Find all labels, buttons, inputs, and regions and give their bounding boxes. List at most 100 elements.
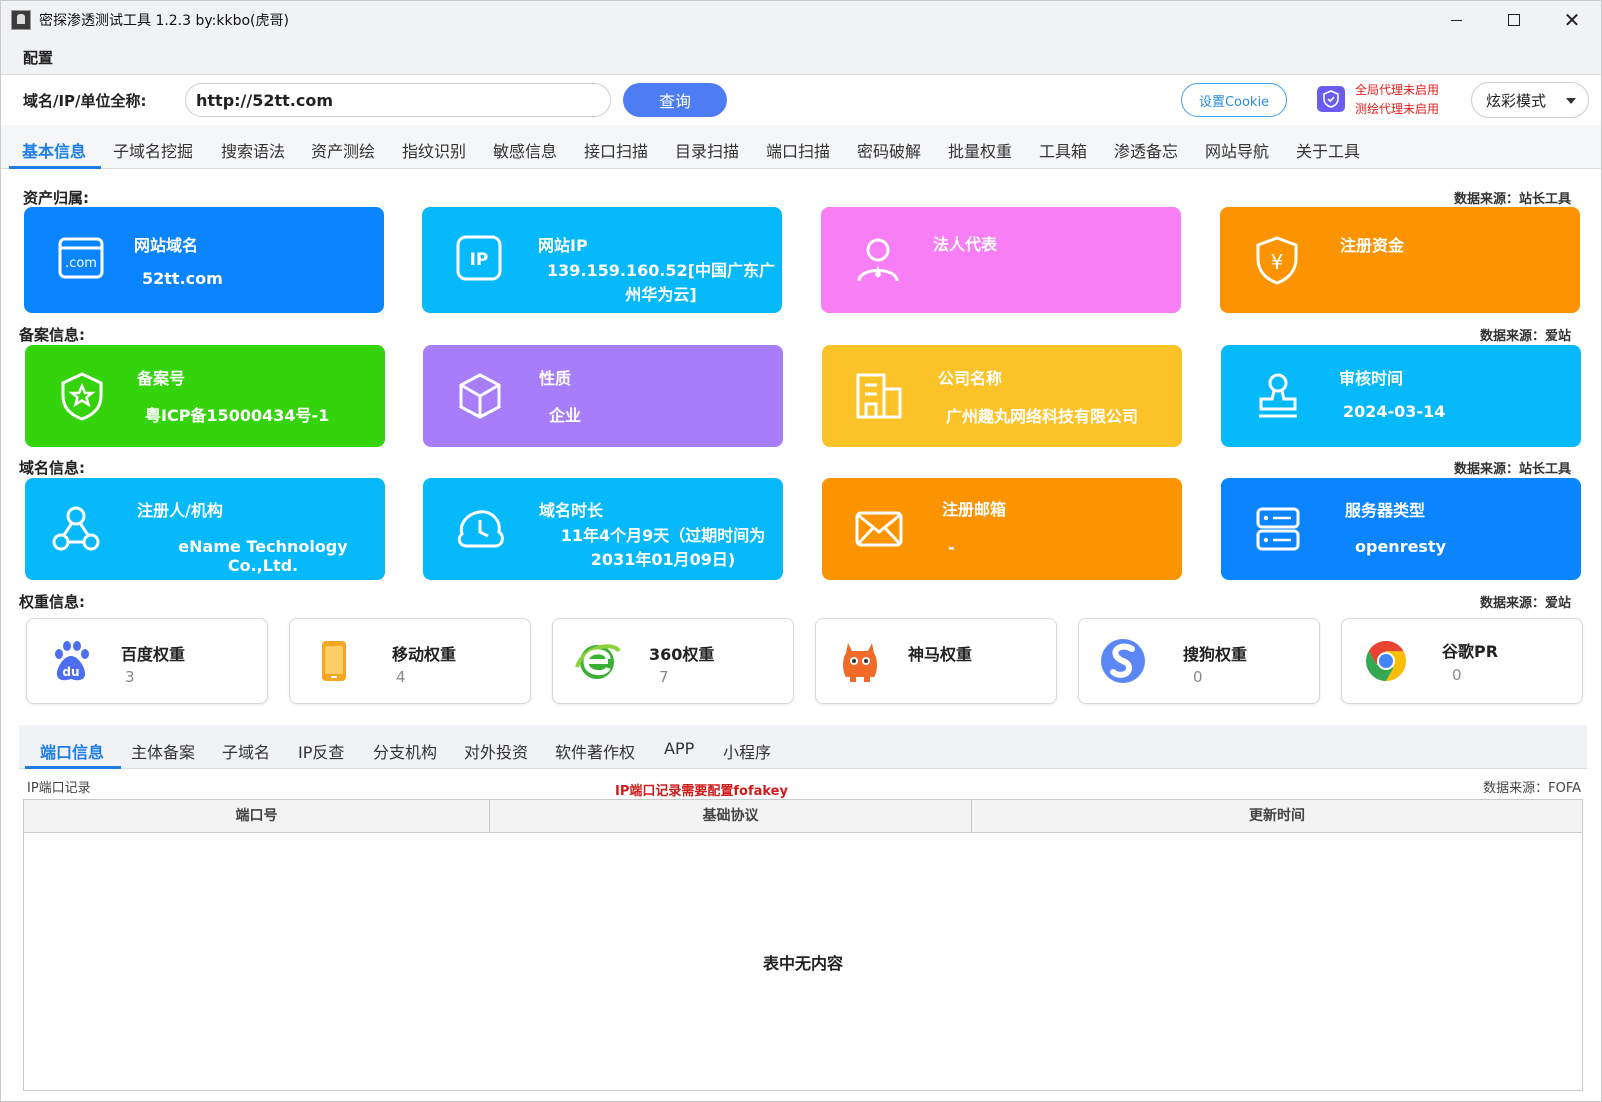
proxy-global-status: 全局代理未启用: [1355, 83, 1440, 97]
card-value: openresty: [1355, 537, 1447, 556]
card-server-type: 服务器类型 openresty: [1221, 478, 1581, 580]
port-table[interactable]: 端口号 基础协议 更新时间 表中无内容: [23, 799, 1583, 1091]
window-controls: ✕: [1427, 1, 1601, 39]
subtab-branches[interactable]: 分支机构: [373, 739, 437, 763]
chevron-down-icon: [1566, 98, 1576, 104]
card-title: 法人代表: [933, 235, 998, 254]
shield-star-icon: [61, 372, 103, 421]
tab-basic-info[interactable]: 基本信息: [22, 138, 86, 162]
active-subtab-indicator: [25, 766, 121, 769]
theme-mode-select[interactable]: 炫彩模式: [1471, 82, 1589, 118]
card-review-date: 审核时间 2024-03-14: [1221, 345, 1581, 447]
mail-icon: [855, 511, 903, 547]
tab-api-scan[interactable]: 接口扫描: [584, 138, 648, 162]
subtab-software-copyright[interactable]: 软件著作权: [555, 739, 635, 763]
tab-port-scan[interactable]: 端口扫描: [766, 138, 830, 162]
theme-mode-value: 炫彩模式: [1486, 91, 1547, 110]
tab-dir-scan[interactable]: 目录扫描: [675, 138, 739, 162]
card-title: 公司名称: [938, 369, 1003, 388]
card-registrant-email: 注册邮箱 -: [822, 478, 1182, 580]
ip-icon: IP: [456, 235, 502, 281]
com-icon: .com: [58, 237, 104, 279]
tab-batch-weight[interactable]: 批量权重: [948, 138, 1012, 162]
mobile-icon: [322, 641, 346, 681]
menu-bar: 配置: [1, 39, 1601, 75]
svg-text:IP: IP: [470, 250, 489, 270]
minimize-button[interactable]: [1427, 1, 1485, 39]
card-title: 注册人/机构: [137, 501, 223, 520]
card-title: 网站IP: [538, 236, 588, 255]
card-icp-number: 备案号 粤ICP备15000434号-1: [25, 345, 385, 447]
shenma-icon: [843, 643, 877, 682]
card-registered-capital: ¥ 注册资金: [1220, 207, 1580, 313]
card-title: 域名时长: [539, 501, 604, 520]
card-value: eName Technology Co.,Ltd.: [178, 537, 348, 575]
tab-subdomain[interactable]: 子域名挖掘: [113, 138, 193, 162]
column-header-port[interactable]: 端口号: [24, 800, 490, 833]
card-value: 139.159.160.52[中国广东广州华为云]: [546, 261, 775, 304]
card-title: 审核时间: [1339, 369, 1404, 388]
card-company-name: 公司名称 广州趣丸网络科技有限公司: [822, 345, 1182, 447]
column-header-protocol[interactable]: 基础协议: [490, 800, 972, 833]
tab-about[interactable]: 关于工具: [1296, 138, 1360, 162]
query-button[interactable]: 查询: [623, 83, 727, 117]
card-value: -: [948, 538, 955, 557]
column-header-updated[interactable]: 更新时间: [972, 800, 1582, 833]
card-title: 服务器类型: [1345, 501, 1426, 520]
tab-pentest-notes[interactable]: 渗透备忘: [1114, 138, 1178, 162]
weight-card-shenma: 神马权重: [815, 618, 1057, 704]
fofa-key-warning: IP端口记录需要配置fofakey: [615, 784, 788, 799]
active-tab-indicator: [9, 166, 101, 169]
weight-title: 搜狗权重: [1183, 645, 1248, 664]
tab-asset-mapping[interactable]: 资产测绘: [311, 138, 375, 162]
card-value: 52tt.com: [142, 269, 223, 288]
subtab-mini-program[interactable]: 小程序: [723, 739, 771, 763]
card-legal-rep: 法人代表: [821, 207, 1181, 313]
card-domain-age: 域名时长 11年4个月9天（过期时间为2031年01月09日): [423, 478, 783, 580]
svg-text:¥: ¥: [1271, 250, 1284, 274]
tab-password-crack[interactable]: 密码破解: [857, 138, 921, 162]
card-title: 网站域名: [134, 236, 199, 255]
tab-fingerprint[interactable]: 指纹识别: [402, 138, 466, 162]
card-website-ip: IP 网站IP 139.159.160.52[中国广东广州华为云]: [422, 207, 782, 313]
cube-icon: [459, 373, 501, 419]
set-cookie-button[interactable]: 设置Cookie: [1181, 83, 1287, 117]
icp-section-label: 备案信息:: [19, 326, 85, 344]
app-window: 密探渗透测试工具 1.2.3 by:kkbo(虎哥) ✕ 配置 域名/IP/单位…: [0, 0, 1602, 1102]
subtab-ip-reverse[interactable]: IP反查: [298, 739, 344, 763]
app-logo-icon: [11, 10, 31, 30]
maximize-button[interactable]: [1485, 1, 1543, 39]
card-title: 注册邮箱: [942, 500, 1007, 519]
sogou-icon: [1101, 639, 1145, 683]
weight-card-baidu: du 百度权重 3: [26, 618, 268, 704]
weight-card-sogou: 搜狗权重 0: [1078, 618, 1320, 704]
port-table-header: 端口号 基础协议 更新时间: [24, 800, 1582, 833]
card-value: 粤ICP备15000434号-1: [145, 406, 330, 425]
proxy-shield-icon[interactable]: [1317, 86, 1345, 112]
subtab-subdomain[interactable]: 子域名: [222, 739, 270, 763]
tab-search-syntax[interactable]: 搜索语法: [221, 138, 285, 162]
tab-site-nav[interactable]: 网站导航: [1205, 138, 1269, 162]
weight-card-360: 360权重 7: [552, 618, 794, 704]
weight-section-label: 权重信息:: [19, 593, 85, 611]
main-tab-bar: 基本信息 子域名挖掘 搜索语法 资产测绘 指纹识别 敏感信息 接口扫描 目录扫描…: [1, 125, 1601, 169]
close-button[interactable]: ✕: [1543, 1, 1601, 39]
tab-sensitive-info[interactable]: 敏感信息: [493, 138, 557, 162]
clock-cloud-icon: [457, 510, 504, 548]
card-title: 备案号: [137, 369, 186, 388]
card-title: 性质: [539, 369, 572, 388]
card-value: 广州趣丸网络科技有限公司: [946, 407, 1139, 426]
subtab-investments[interactable]: 对外投资: [464, 739, 528, 763]
target-input[interactable]: [185, 83, 611, 117]
tab-toolbox[interactable]: 工具箱: [1039, 138, 1087, 162]
subtab-entity-filing[interactable]: 主体备案: [131, 739, 195, 763]
weight-title: 百度权重: [121, 645, 186, 664]
menu-config[interactable]: 配置: [23, 47, 53, 68]
subtab-port-info[interactable]: 端口信息: [40, 739, 104, 763]
weight-title: 360权重: [649, 645, 715, 664]
network-icon: [52, 506, 100, 551]
building-icon: [856, 373, 902, 419]
subtab-app[interactable]: APP: [664, 739, 694, 758]
domain-section-source: 数据来源：站长工具: [1453, 462, 1571, 477]
svg-text:.com: .com: [65, 256, 97, 271]
